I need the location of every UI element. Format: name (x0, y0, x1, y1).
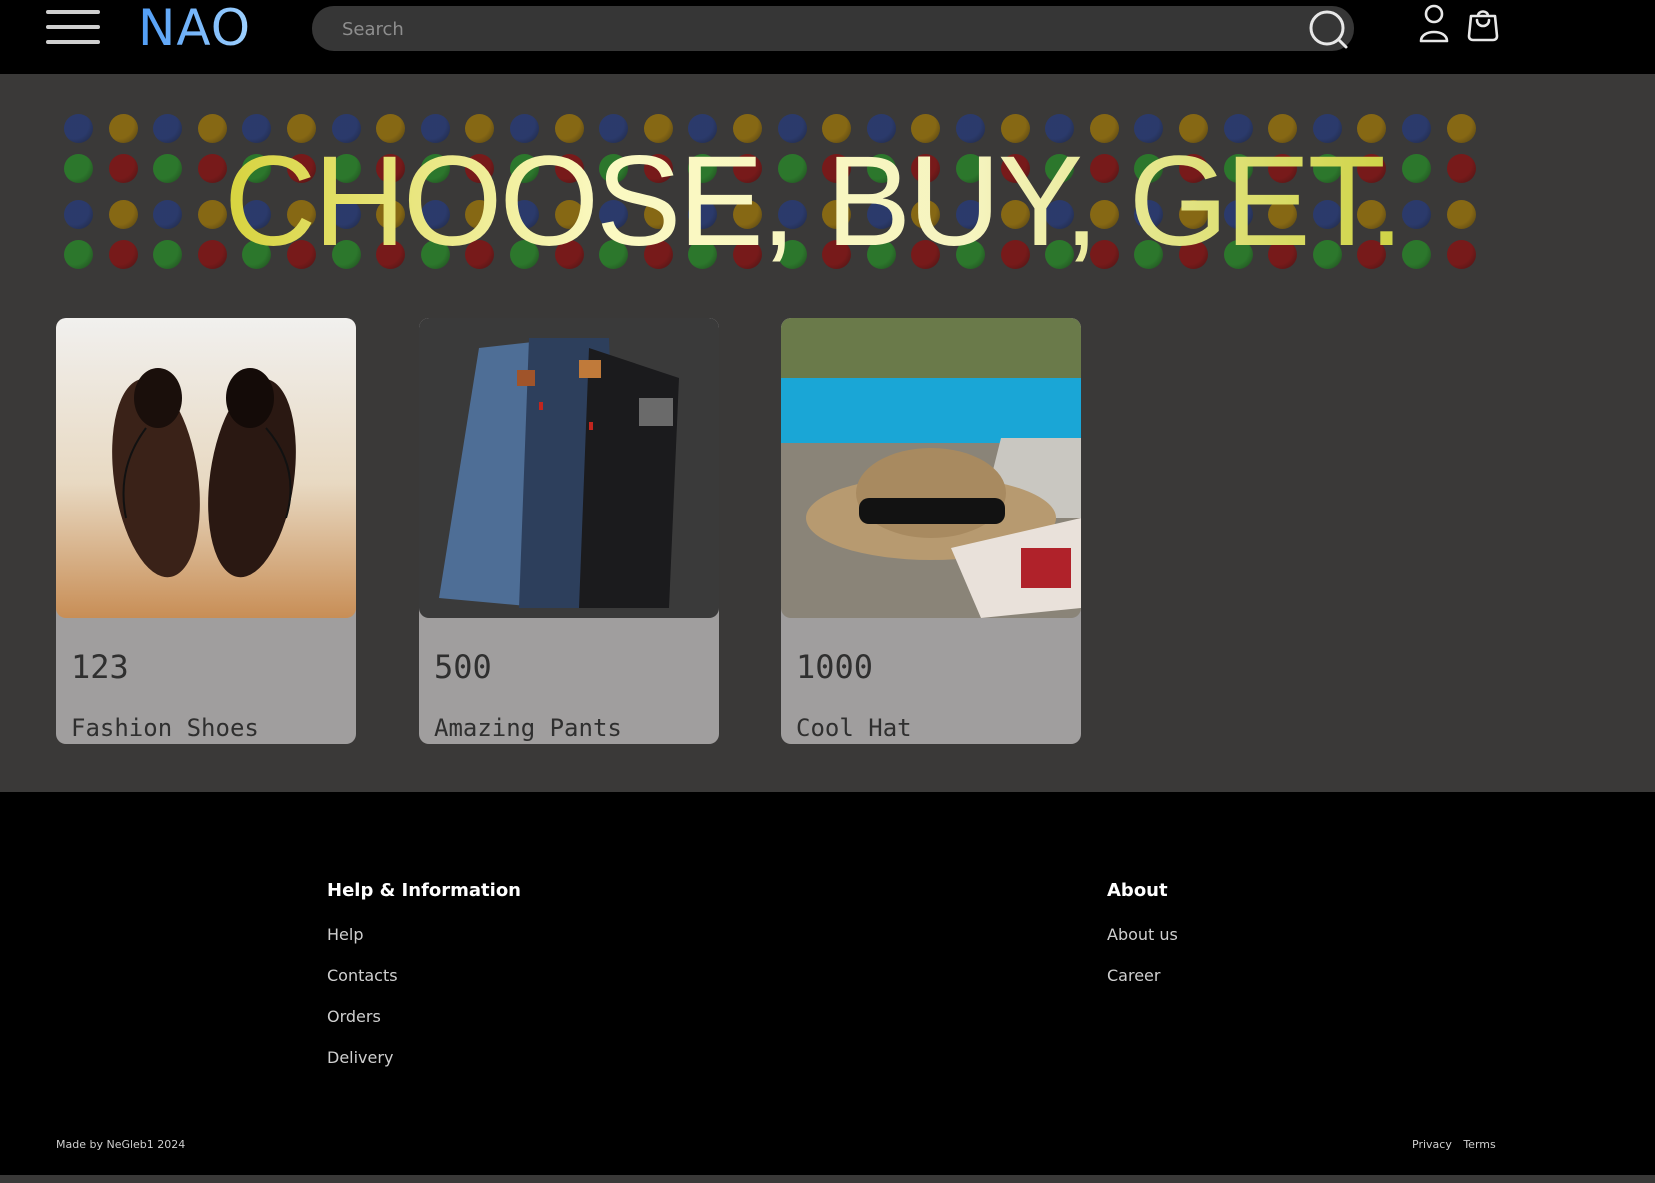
product-card[interactable]: 1000 Cool Hat (781, 318, 1081, 744)
hero-title: CHOOSE, BUY, GET. (224, 118, 1424, 286)
product-image-shoes (56, 318, 356, 618)
footer-link-privacy[interactable]: Privacy (1412, 1138, 1452, 1151)
product-price: 1000 (796, 648, 874, 686)
hero-dot (64, 240, 93, 269)
hero-dot (109, 114, 138, 143)
footer-link-terms[interactable]: Terms (1463, 1138, 1495, 1151)
hero-dot (153, 114, 182, 143)
footer-link-career[interactable]: Career (1107, 966, 1178, 985)
product-price: 123 (71, 648, 129, 686)
about-heading: About (1107, 880, 1168, 901)
hero-dot (198, 200, 227, 229)
hamburger-menu-icon[interactable] (46, 10, 100, 46)
footer-credit: Made by NeGleb1 2024 (56, 1138, 186, 1151)
footer-link-delivery[interactable]: Delivery (327, 1048, 521, 1067)
shopping-bag-icon[interactable] (1466, 6, 1500, 42)
hero-dot (109, 240, 138, 269)
product-price: 500 (434, 648, 492, 686)
footer-legal: Privacy Terms (1412, 1138, 1504, 1151)
product-image-pants (419, 318, 719, 618)
search-icon[interactable] (1306, 7, 1350, 51)
footer-link-about-us[interactable]: About us (1107, 925, 1178, 944)
help-column: Help & Information Help Contacts Orders … (327, 880, 521, 1089)
product-card[interactable]: 500 Amazing Pants (419, 318, 719, 744)
product-card[interactable]: 123 Fashion Shoes (56, 318, 356, 744)
hero-dot (1447, 154, 1476, 183)
hero-dot (1447, 200, 1476, 229)
site-logo[interactable]: NAO (138, 0, 251, 56)
footer-link-contacts[interactable]: Contacts (327, 966, 521, 985)
product-name: Amazing Pants (434, 714, 622, 742)
hero-dot (109, 154, 138, 183)
hero-dot (198, 114, 227, 143)
site-header: NAO (0, 0, 1655, 74)
product-name: Fashion Shoes (71, 714, 259, 742)
hero-dot (109, 200, 138, 229)
search-bar (312, 6, 1354, 53)
product-image-hat (781, 318, 1081, 618)
hero-dot (1447, 240, 1476, 269)
product-name: Cool Hat (796, 714, 912, 742)
help-heading: Help & Information (327, 880, 522, 901)
search-input[interactable] (340, 6, 1284, 53)
hero-dot (153, 200, 182, 229)
user-icon[interactable] (1418, 4, 1450, 44)
hero-dot (64, 200, 93, 229)
about-column: About About us Career (1107, 880, 1178, 1007)
site-footer: Help & Information Help Contacts Orders … (0, 792, 1655, 1175)
footer-link-orders[interactable]: Orders (327, 1007, 521, 1026)
hero-dot (153, 154, 182, 183)
hero-dot (153, 240, 182, 269)
footer-link-help[interactable]: Help (327, 925, 521, 944)
hero-dot (64, 154, 93, 183)
hero-dot (198, 154, 227, 183)
hero-dot (198, 240, 227, 269)
bottom-bar (0, 1175, 1655, 1183)
hero-dot (1447, 114, 1476, 143)
hero-dot (64, 114, 93, 143)
